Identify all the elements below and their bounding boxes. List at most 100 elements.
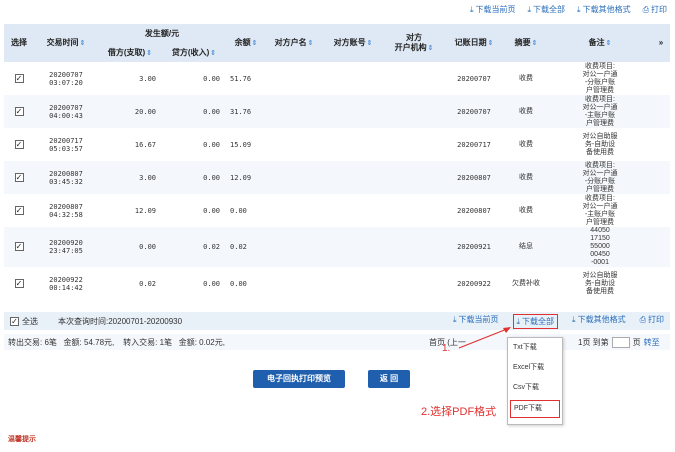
row-balance: 0.00 xyxy=(230,206,247,215)
row-balance: 51.76 xyxy=(230,74,252,83)
row-counter-name xyxy=(266,267,322,300)
annotation-step2: 2.选择PDF格式 xyxy=(421,406,497,418)
sort-icon: ⇕ xyxy=(427,44,434,52)
footer-download-other-format[interactable]: ⤓ 下载其他格式 xyxy=(572,314,626,329)
header-counter-name[interactable]: 对方户名⇕ xyxy=(266,24,323,62)
header-select: 选择 xyxy=(4,24,34,62)
download-icon: ⤓ xyxy=(516,316,521,326)
row-debit: 16.67 xyxy=(134,140,156,149)
csv-download-option[interactable]: Csv下载 xyxy=(508,378,562,398)
row-select[interactable]: ✓ xyxy=(4,267,34,300)
row-time: 20200920 23:47:05 xyxy=(49,239,83,255)
row-credit: 0.02 xyxy=(203,243,221,251)
row-remark: 收费项目: 对公一户通 -主账户账 户管理费 xyxy=(582,194,618,226)
download-icon: ⤓ xyxy=(527,5,532,14)
query-range: 本次查询时间:20200701-20200930 xyxy=(58,316,183,326)
header-credit[interactable]: 贷方(收入)⇕ xyxy=(162,44,227,62)
print-link[interactable]: ⎙ 打印 xyxy=(643,4,667,15)
pager-page-text: 1页 到第 xyxy=(578,337,609,347)
sort-icon: ⇕ xyxy=(251,39,258,47)
row-credit: 0.00 xyxy=(203,279,221,288)
row-select[interactable]: ✓ xyxy=(4,95,34,128)
row-select[interactable]: ✓ xyxy=(4,194,34,227)
header-counter-bank[interactable]: 对方 开户机构⇕ xyxy=(384,24,445,62)
row-summary: 欠费补收 xyxy=(512,279,541,287)
row-remark: 对公自助服 务-自助设 备使用费 xyxy=(582,132,618,156)
download-current-page-link[interactable]: ⤓ 下载当前页 xyxy=(470,4,516,15)
pdf-download-option[interactable]: PDF下载 xyxy=(510,400,560,418)
table-row[interactable]: ✓ 20200807 04:32:58 12.09 0.00 0.00 20200807 收费… xyxy=(4,194,670,227)
sort-icon: ⇕ xyxy=(210,49,217,57)
row-select[interactable]: ✓ xyxy=(4,227,34,267)
row-select[interactable]: ✓ xyxy=(4,161,34,194)
table-row[interactable]: ✓ 20200920 23:47:05 0.00 0.02 0.02 20200921 结息 4… xyxy=(4,227,671,267)
row-book-date: 20200807 xyxy=(457,206,491,215)
header-book-date[interactable]: 记账日期⇕ xyxy=(444,24,505,62)
row-spacer xyxy=(652,194,670,227)
row-spacer xyxy=(652,95,670,128)
header-counter-account[interactable]: 对方账号⇕ xyxy=(322,24,385,62)
annotation-arrow xyxy=(458,327,511,349)
table-row[interactable]: ✓ 20200707 03:07:20 3.00 0.00 51.76 20200707 收费… xyxy=(4,62,670,95)
download-icon: ⤓ xyxy=(577,5,581,14)
header-debit[interactable]: 借方(支取)⇕ xyxy=(98,44,162,62)
footer-download-all[interactable]: ⤓ 下载全部 xyxy=(512,313,559,329)
row-balance: 0.02 xyxy=(230,243,247,251)
row-time: 20200717 05:03:57 xyxy=(49,136,83,153)
top-toolbar: ⤓ 下载当前页 ⤓ 下载全部 ⤓ 下载其他格式 ⎙ 打印 xyxy=(470,4,667,15)
row-credit: 0.00 xyxy=(203,140,221,149)
row-select[interactable]: ✓ xyxy=(4,128,34,161)
row-debit: 3.00 xyxy=(139,173,156,182)
table-row[interactable]: ✓ 20200717 05:03:57 16.67 0.00 15.09 20200717 收… xyxy=(4,128,670,161)
row-checkbox[interactable]: ✓ xyxy=(14,172,24,182)
select-all-checkbox[interactable]: ✓ xyxy=(10,316,19,326)
row-checkbox[interactable]: ✓ xyxy=(14,139,24,149)
row-select[interactable]: ✓ xyxy=(4,62,34,95)
row-counter-name xyxy=(266,227,322,267)
page-number-input[interactable] xyxy=(611,336,630,348)
row-counter-bank xyxy=(384,161,444,194)
download-other-format-link[interactable]: ⤓ 下载其他格式 xyxy=(577,4,631,15)
row-checkbox[interactable]: ✓ xyxy=(14,205,24,215)
row-book-date: 20200922 xyxy=(457,279,491,288)
row-checkbox[interactable]: ✓ xyxy=(14,278,24,288)
row-book-date: 20200807 xyxy=(457,173,491,182)
table-row[interactable]: ✓ 20200707 04:00:43 20.00 0.00 31.76 20200707 收… xyxy=(4,95,671,128)
header-summary[interactable]: 摘要⇕ xyxy=(504,24,549,62)
row-remark: 收费项目: 对公一户通 -主账户账 户管理费 xyxy=(582,95,618,127)
txt-download-option[interactable]: Txt下载 xyxy=(508,338,562,358)
row-debit: 0.02 xyxy=(139,279,156,288)
row-credit: 0.00 xyxy=(203,74,221,83)
tips-heading: 温馨提示 xyxy=(8,436,36,443)
row-book-date: 20200921 xyxy=(457,243,491,251)
header-remark[interactable]: 备注⇕ xyxy=(548,24,653,62)
table-row[interactable]: ✓ 20200807 03:45:32 3.00 0.00 12.09 20200807 收费… xyxy=(4,161,671,194)
table-footer-actions: ✓ 全选 本次查询时间:20200701-20200930 ⤓ 下载当前页 ⤓ 下载全… xyxy=(4,312,670,330)
row-counter-account xyxy=(322,267,384,300)
row-checkbox[interactable]: ✓ xyxy=(14,242,24,251)
row-counter-bank xyxy=(384,95,444,128)
row-credit: 0.00 xyxy=(203,107,221,116)
download-icon: ⤓ xyxy=(572,314,576,324)
row-checkbox[interactable]: ✓ xyxy=(14,73,24,83)
back-button[interactable]: 返 回 xyxy=(368,370,410,388)
select-all[interactable]: ✓ 全选 xyxy=(10,316,38,327)
row-counter-account xyxy=(322,161,384,194)
row-book-date: 20200707 xyxy=(457,74,491,83)
sort-icon: ⇕ xyxy=(487,39,494,47)
row-counter-name xyxy=(266,194,322,227)
more-columns-button[interactable]: » xyxy=(652,24,671,62)
table-row[interactable]: ✓ 20200922 00:14:42 0.02 0.00 0.00 20200922 欠费补… xyxy=(4,267,670,300)
download-icon: ⤓ xyxy=(469,5,474,14)
row-checkbox[interactable]: ✓ xyxy=(14,106,24,116)
pager-right: 1页 到第 页 转至 xyxy=(578,336,660,348)
print-preview-button[interactable]: 电子回执打印预览 xyxy=(253,370,345,388)
download-all-link[interactable]: ⤓ 下载全部 xyxy=(528,4,566,15)
header-balance[interactable]: 余额⇕ xyxy=(226,24,267,62)
excel-download-option[interactable]: Excel下载 xyxy=(508,358,562,378)
header-time[interactable]: 交易时间⇕ xyxy=(34,24,98,62)
footer-print[interactable]: ⎙ 打印 xyxy=(640,314,664,329)
go-to-page-link[interactable]: 转至 xyxy=(644,337,660,348)
header-amount-group: 发生额/元 xyxy=(98,24,227,44)
row-counter-bank xyxy=(384,227,444,267)
